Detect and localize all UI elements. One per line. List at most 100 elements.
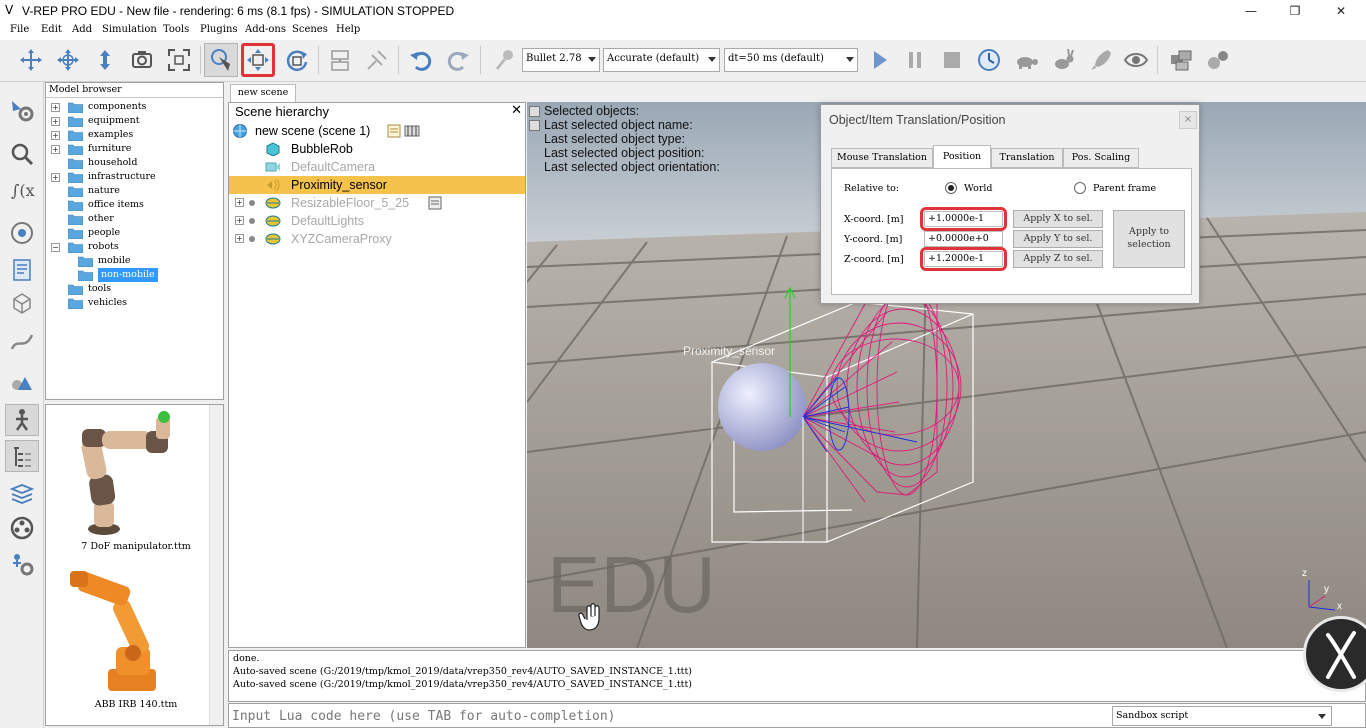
menu-plugins[interactable]: Plugins bbox=[200, 24, 238, 35]
camera-pan-icon[interactable] bbox=[14, 43, 48, 77]
selection-icon[interactable] bbox=[5, 368, 39, 400]
abb-robot-model-thumbnail[interactable] bbox=[64, 569, 194, 699]
tab-position[interactable]: Position bbox=[933, 145, 991, 169]
pause-icon[interactable] bbox=[898, 43, 932, 77]
scene-layers-icon[interactable] bbox=[1164, 43, 1198, 77]
model-tree-item[interactable]: + examples bbox=[51, 128, 221, 142]
close-window-button[interactable]: ✕ bbox=[1318, 0, 1364, 22]
expand-toggle-icon[interactable]: + bbox=[51, 145, 60, 154]
object-row-bubblerob[interactable]: BubbleRob bbox=[229, 140, 525, 158]
info-toggle-box[interactable] bbox=[529, 120, 540, 131]
model-tree-item[interactable]: + components bbox=[51, 100, 221, 114]
model-tree-item[interactable]: + equipment bbox=[51, 114, 221, 128]
stop-icon[interactable] bbox=[935, 43, 969, 77]
speed-up-rabbit-icon[interactable] bbox=[1046, 43, 1080, 77]
fit-to-view-icon[interactable] bbox=[162, 43, 196, 77]
expand-toggle-icon[interactable]: − bbox=[51, 243, 60, 252]
menu-tools[interactable]: Tools bbox=[163, 24, 189, 35]
scene-root-row[interactable]: new scene (scene 1) bbox=[229, 122, 525, 140]
accuracy-select[interactable]: Accurate (default) bbox=[603, 48, 720, 72]
tab-pos-scaling[interactable]: Pos. Scaling bbox=[1063, 148, 1139, 168]
object-row-proximity-sensor[interactable]: Proximity_sensor bbox=[229, 176, 525, 194]
function-editor-icon[interactable]: ∫(x) bbox=[5, 174, 39, 206]
model-tree-item[interactable]: household bbox=[51, 156, 221, 170]
object-row-default-camera[interactable]: DefaultCamera bbox=[229, 158, 525, 176]
model-tree-item[interactable]: mobile bbox=[71, 254, 221, 268]
camera-shift-icon[interactable] bbox=[88, 43, 122, 77]
expand-toggle-icon[interactable]: + bbox=[51, 131, 60, 140]
model-tree-item[interactable]: − robots bbox=[51, 240, 221, 254]
object-row-resizable-floor[interactable]: + ResizableFloor_5_25 bbox=[229, 194, 525, 212]
customization-script-icon[interactable] bbox=[404, 124, 420, 138]
redo-icon[interactable] bbox=[441, 43, 475, 77]
verify-icon[interactable] bbox=[488, 43, 522, 77]
object-rotate-icon[interactable] bbox=[280, 43, 314, 77]
restore-button[interactable]: ❐ bbox=[1272, 0, 1318, 22]
tab-translation[interactable]: Translation bbox=[991, 148, 1063, 168]
model-tree-item[interactable]: office items bbox=[51, 198, 221, 212]
z-coord-input[interactable]: +1.2000e-1 bbox=[920, 247, 1007, 271]
physics-engine-select[interactable]: Bullet 2.78 bbox=[522, 48, 600, 72]
expand-toggle-icon[interactable]: + bbox=[51, 173, 60, 182]
menu-file[interactable]: File bbox=[10, 24, 29, 35]
menu-help[interactable]: Help bbox=[336, 24, 360, 35]
menu-add[interactable]: Add bbox=[72, 24, 92, 35]
expand-toggle-icon[interactable]: + bbox=[235, 216, 244, 225]
threaded-rendering-rocket-icon[interactable] bbox=[1084, 43, 1118, 77]
tab-new-scene[interactable]: new scene bbox=[230, 84, 296, 102]
close-icon[interactable]: ✕ bbox=[511, 103, 522, 118]
minimize-button[interactable]: — bbox=[1228, 0, 1274, 22]
model-tree-item[interactable]: + furniture bbox=[51, 142, 221, 156]
model-browser-toggle-icon[interactable] bbox=[5, 404, 39, 436]
object-row-default-lights[interactable]: + DefaultLights bbox=[229, 212, 525, 230]
model-tree-item[interactable]: non-mobile bbox=[71, 268, 221, 282]
script-select[interactable]: Sandbox script bbox=[1112, 706, 1332, 726]
camera-angle-icon[interactable] bbox=[125, 43, 159, 77]
user-settings-gear-icon[interactable] bbox=[5, 548, 39, 580]
realtime-clock-icon[interactable] bbox=[972, 43, 1006, 77]
undo-icon[interactable] bbox=[404, 43, 438, 77]
expand-toggle-icon[interactable]: + bbox=[51, 103, 60, 112]
expand-toggle-icon[interactable]: + bbox=[51, 117, 60, 126]
expand-toggle-icon[interactable]: + bbox=[235, 234, 244, 243]
scene-hierarchy-toggle-icon[interactable] bbox=[5, 440, 39, 472]
apply-to-selection-button[interactable]: Apply to selection bbox=[1113, 210, 1185, 268]
world-radio[interactable] bbox=[945, 182, 957, 194]
object-row-xyz-camera-proxy[interactable]: + XYZCameraProxy bbox=[229, 230, 525, 248]
apply-y-button[interactable]: Apply Y to sel. bbox=[1013, 230, 1103, 248]
menu-addons[interactable]: Add-ons bbox=[245, 24, 286, 35]
menu-edit[interactable]: Edit bbox=[41, 24, 62, 35]
thumbnail-scrollbar[interactable] bbox=[209, 405, 223, 725]
lua-command-input[interactable]: Input Lua code here (use TAB for auto-co… bbox=[232, 707, 1110, 727]
info-toggle-box[interactable] bbox=[529, 106, 540, 117]
layers-icon[interactable] bbox=[5, 478, 39, 510]
user-settings-icon[interactable] bbox=[1201, 43, 1235, 77]
model-tree-item[interactable]: + infrastructure bbox=[51, 170, 221, 184]
parent-frame-radio[interactable] bbox=[1074, 182, 1086, 194]
calculation-modules-icon[interactable] bbox=[5, 138, 39, 170]
click-select-icon[interactable] bbox=[204, 43, 238, 77]
apply-x-button[interactable]: Apply X to sel. bbox=[1013, 210, 1103, 228]
path-edit-icon[interactable] bbox=[5, 326, 39, 358]
manipulator-model-thumbnail[interactable] bbox=[66, 409, 186, 541]
menu-simulation[interactable]: Simulation bbox=[102, 24, 157, 35]
simulation-settings-icon[interactable] bbox=[5, 94, 39, 126]
scripts-icon[interactable] bbox=[5, 254, 39, 286]
model-tree-item[interactable]: vehicles bbox=[51, 296, 221, 310]
expand-toggle-icon[interactable]: + bbox=[235, 198, 244, 207]
slow-down-turtle-icon[interactable] bbox=[1009, 43, 1043, 77]
assemble-icon[interactable] bbox=[323, 43, 357, 77]
close-icon[interactable]: × bbox=[1179, 111, 1197, 129]
menu-scenes[interactable]: Scenes bbox=[292, 24, 328, 35]
model-tree-item[interactable]: nature bbox=[51, 184, 221, 198]
y-coord-input[interactable]: +0.0000e+0 bbox=[924, 231, 1003, 247]
visualization-eye-icon[interactable] bbox=[1119, 43, 1153, 77]
x-coord-input[interactable]: +1.0000e-1 bbox=[920, 207, 1007, 231]
model-tree-item[interactable]: tools bbox=[51, 282, 221, 296]
tab-mouse-translation[interactable]: Mouse Translation bbox=[831, 148, 933, 168]
model-tree-item[interactable]: people bbox=[51, 226, 221, 240]
shape-edit-icon[interactable] bbox=[5, 287, 39, 319]
object-shift-icon[interactable] bbox=[241, 43, 275, 77]
timestep-select[interactable]: dt=50 ms (default) bbox=[724, 48, 858, 72]
camera-rotate-icon[interactable] bbox=[51, 43, 85, 77]
